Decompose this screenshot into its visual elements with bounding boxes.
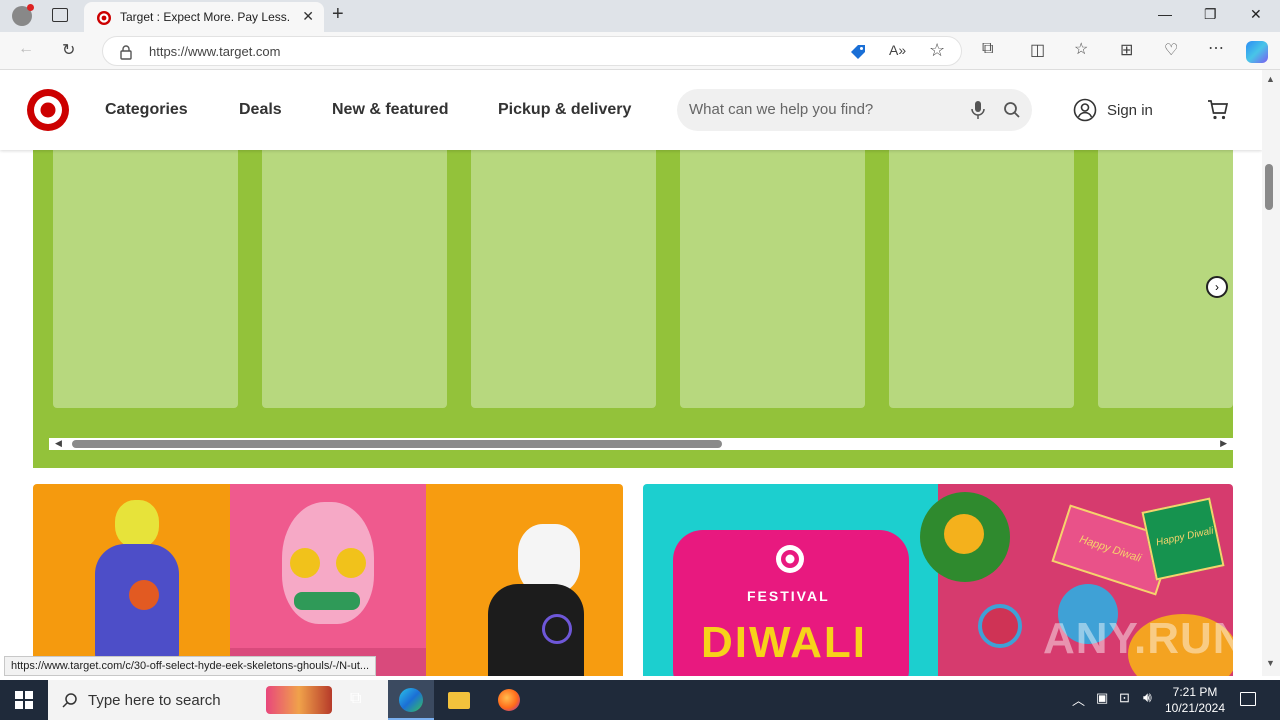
greeting-card-text: Happy Diwali [1077,533,1143,565]
firefox-icon[interactable] [498,689,520,711]
nav-new-featured[interactable]: New & featured [332,101,448,119]
edge-taskbar-icon[interactable] [388,680,434,720]
festival-text: FESTIVAL [747,588,830,604]
carousel-section: › ◀ ▶ [33,150,1233,468]
restore-button[interactable]: ❐ [1204,6,1217,23]
site-header: Categories Deals New & featured Pickup &… [0,70,1262,150]
tab-bar: Target : Expect More. Pay Less. ✕ + — ❐ … [0,0,1280,32]
clock-date: 10/21/2024 [1164,701,1226,715]
scroll-down-icon[interactable]: ▼ [1266,658,1275,668]
windows-taskbar: Type here to search ⧉ ︿ ▣ ⊡ 🔊︎ 7:21 PM 1… [0,680,1280,720]
diwali-text: DIWALI [701,618,867,667]
sign-in-link[interactable]: Sign in [1107,102,1153,119]
carousel-card[interactable] [889,150,1074,408]
performance-icon[interactable]: ♡ [1164,40,1178,60]
status-link-tooltip: https://www.target.com/c/30-off-select-h… [4,656,377,676]
file-explorer-icon[interactable] [448,692,470,709]
extensions-icon[interactable]: ⧉ [982,40,993,58]
active-tab[interactable]: Target : Expect More. Pay Less. ✕ [84,2,324,32]
carousel-scroll-thumb[interactable] [72,440,722,448]
minimize-button[interactable]: — [1158,6,1172,22]
network-icon[interactable]: ⊡ [1119,690,1130,706]
target-logo-small-icon [776,545,804,573]
carousel-card[interactable] [262,150,447,408]
favorites-icon[interactable]: ☆ [1074,39,1088,59]
read-aloud-icon[interactable]: A» [889,42,906,58]
url-text[interactable]: https://www.target.com [149,44,281,59]
promo-tile-diwali[interactable]: FESTIVAL DIWALI Happy Diwali Happy Diwal… [643,484,1233,676]
carousel-scrollbar[interactable]: ◀ ▶ [49,438,1233,450]
carousel-card[interactable] [680,150,865,408]
more-menu-icon[interactable]: ⋯ [1208,38,1224,58]
scroll-left-icon[interactable]: ◀ [55,438,62,449]
page-scrollbar[interactable]: ▲ ▼ [1262,70,1280,676]
search-highlight-image [266,686,332,714]
nav-deals[interactable]: Deals [239,101,282,119]
copilot-icon[interactable] [1246,41,1268,63]
search-icon[interactable] [1003,101,1021,119]
windows-start-icon[interactable] [15,691,33,709]
close-window-button[interactable]: ✕ [1250,6,1262,23]
collections-icon[interactable]: ⊞ [1120,40,1133,60]
clock-time: 7:21 PM [1172,685,1218,699]
profile-icon[interactable] [12,4,34,26]
skull-figurine-image [115,500,159,548]
promo-panel-skull-candle [230,484,426,676]
greeting-card-image: Happy Diwali [1141,497,1225,581]
address-bar-row: ← ↻ https://www.target.com A» ☆ ⧉ ◫ ☆ ⊞ … [0,32,1280,70]
taskbar-search-icon [62,693,77,708]
account-icon[interactable] [1073,98,1097,122]
microphone-icon[interactable] [971,100,985,120]
refresh-icon[interactable]: ↻ [62,40,75,60]
cart-icon[interactable] [1207,99,1229,121]
nav-categories[interactable]: Categories [105,101,188,119]
scroll-up-icon[interactable]: ▲ [1266,74,1275,84]
anyrun-watermark: ANY.RUN [1043,614,1233,663]
carousel-card[interactable] [471,150,656,408]
lock-icon[interactable] [119,44,133,60]
promo-tile-skeletons[interactable] [33,484,623,676]
tab-title: Target : Expect More. Pay Less. [120,10,291,24]
promo-panel-figurine [33,484,230,676]
task-view-icon[interactable]: ⧉ [350,690,361,708]
greeting-card-text: Happy Diwali [1155,525,1215,549]
nav-pickup-delivery[interactable]: Pickup & delivery [498,101,631,119]
shopping-tag-icon[interactable] [849,43,867,61]
new-tab-button[interactable]: + [332,3,344,26]
carousel-card[interactable] [53,150,238,408]
diwali-banner: FESTIVAL DIWALI [643,484,938,676]
target-logo-icon[interactable] [26,88,70,132]
search-input[interactable]: What can we help you find? [689,101,873,118]
carousel-next-button[interactable]: › [1206,276,1228,298]
scroll-right-icon[interactable]: ▶ [1220,438,1227,449]
taskbar-search-text[interactable]: Type here to search [88,692,221,709]
target-favicon-icon [97,11,111,25]
taskbar-search[interactable]: Type here to search [48,680,388,720]
volume-icon[interactable]: 🔊︎ [1143,689,1152,706]
back-icon[interactable]: ← [18,40,34,58]
tray-device-icon[interactable]: ▣ [1096,690,1108,706]
search-box[interactable]: What can we help you find? [677,89,1032,131]
favorite-star-icon[interactable]: ☆ [929,40,945,61]
promo-panel-cat [426,484,623,676]
tab-close-icon[interactable]: ✕ [302,8,314,25]
split-screen-icon[interactable]: ◫ [1030,40,1045,60]
taskbar-clock[interactable]: 7:21 PM 10/21/2024 [1160,684,1230,716]
web-page: Categories Deals New & featured Pickup &… [0,70,1262,676]
tray-chevron-icon[interactable]: ︿ [1072,690,1085,709]
page-scroll-thumb[interactable] [1265,164,1273,210]
omnibox[interactable]: https://www.target.com A» ☆ [102,36,962,66]
tab-actions-icon[interactable] [52,8,68,22]
notifications-icon[interactable] [1240,692,1256,706]
